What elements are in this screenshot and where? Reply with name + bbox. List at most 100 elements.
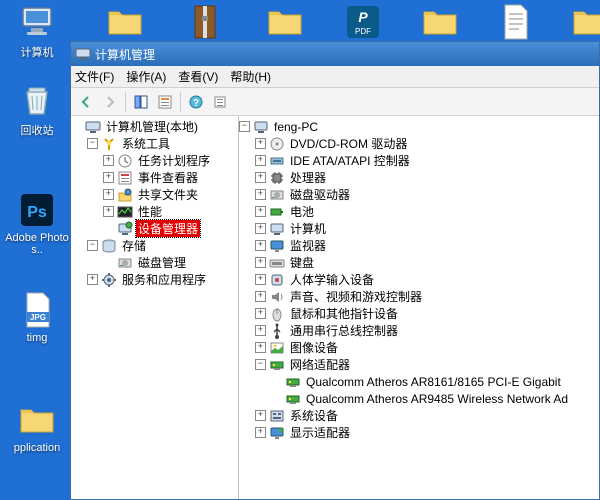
expand-toggle[interactable]: + — [87, 274, 98, 285]
node-dvd[interactable]: +DVD/CD-ROM 驱动器 — [239, 135, 599, 152]
node-mgmt-root[interactable]: 计算机管理(本地) — [71, 118, 238, 135]
node-imaging[interactable]: +图像设备 — [239, 339, 599, 356]
node-computer[interactable]: +计算机 — [239, 220, 599, 237]
disp-icon — [269, 425, 285, 441]
node-monitors[interactable]: +监视器 — [239, 237, 599, 254]
expand-toggle[interactable]: + — [255, 155, 266, 166]
tree-node-label: feng-PC — [272, 120, 320, 134]
node-battery[interactable]: + 电池 — [239, 203, 599, 220]
node-display-adapters[interactable]: +显示适配器 — [239, 424, 599, 441]
desktop-icon-f1[interactable] — [90, 2, 160, 44]
tools-icon — [101, 136, 117, 152]
desktop-icon-label: 计算机 — [2, 44, 72, 60]
expand-toggle[interactable]: + — [255, 308, 266, 319]
node-disk-drives[interactable]: +磁盘驱动器 — [239, 186, 599, 203]
tree-node-label: Qualcomm Atheros AR9485 Wireless Network… — [304, 392, 570, 406]
right-pane[interactable]: − feng-PC+DVD/CD-ROM 驱动器+IDE ATA/ATAPI 控制… — [239, 116, 599, 499]
action-button[interactable] — [209, 91, 231, 113]
expand-toggle[interactable]: + — [255, 240, 266, 251]
node-hid[interactable]: +人体学输入设备 — [239, 271, 599, 288]
expand-toggle[interactable]: + — [255, 291, 266, 302]
expand-toggle[interactable]: + — [255, 223, 266, 234]
node-task-scheduler[interactable]: +任务计划程序 — [71, 152, 238, 169]
expand-toggle[interactable]: − — [239, 121, 250, 132]
node-system-devices[interactable]: + 系统设备 — [239, 407, 599, 424]
mmc-icon — [75, 46, 91, 62]
expand-toggle[interactable]: + — [255, 427, 266, 438]
node-shared-folders[interactable]: +共享文件夹 — [71, 186, 238, 203]
bat-icon — [269, 204, 285, 220]
perf-icon — [117, 204, 133, 220]
expand-toggle[interactable]: − — [255, 359, 266, 370]
expand-toggle[interactable]: + — [103, 172, 114, 183]
menu-help[interactable]: 帮助(H) — [230, 68, 271, 85]
expand-toggle[interactable]: + — [255, 138, 266, 149]
expand-toggle[interactable]: + — [255, 342, 266, 353]
help-button[interactable]: ? — [185, 91, 207, 113]
desktop-icon-f3[interactable] — [405, 2, 475, 44]
node-cpu[interactable]: +处理器 — [239, 169, 599, 186]
node-mouse[interactable]: + 鼠标和其他指针设备 — [239, 305, 599, 322]
desktop-icon-timg[interactable]: JPGtimg — [2, 290, 72, 344]
show-hide-button[interactable] — [130, 91, 152, 113]
node-pc-root[interactable]: − feng-PC — [239, 118, 599, 135]
node-storage[interactable]: −存储 — [71, 237, 238, 254]
storage-icon — [101, 238, 117, 254]
desktop-icon-f2[interactable] — [250, 2, 320, 44]
node-net-ar9485[interactable]: Qualcomm Atheros AR9485 Wireless Network… — [239, 390, 599, 407]
svg-text:PDF: PDF — [355, 27, 371, 36]
disk-icon — [117, 255, 133, 271]
tree-node-label: 系统设备 — [288, 407, 340, 424]
expand-toggle[interactable]: + — [103, 155, 114, 166]
node-keyboards[interactable]: +键盘 — [239, 254, 599, 271]
node-services-apps[interactable]: +服务和应用程序 — [71, 271, 238, 288]
desktop-icon-computer[interactable]: 计算机 — [2, 2, 72, 60]
folder-icon — [17, 400, 57, 440]
titlebar[interactable]: 计算机管理 — [71, 42, 599, 66]
pdf-icon: PPDF — [343, 2, 383, 42]
node-usb[interactable]: +通用串行总线控制器 — [239, 322, 599, 339]
menu-view[interactable]: 查看(V) — [178, 68, 218, 85]
menu-action[interactable]: 操作(A) — [126, 68, 166, 85]
expand-toggle[interactable]: + — [255, 325, 266, 336]
expand-toggle[interactable]: + — [103, 189, 114, 200]
tree-node-label: 磁盘管理 — [136, 254, 188, 271]
expand-toggle[interactable]: + — [255, 206, 266, 217]
forward-button[interactable] — [99, 91, 121, 113]
desktop-icon-txt[interactable] — [480, 2, 550, 44]
desktop-icon-recycle[interactable]: 回收站 — [2, 80, 72, 138]
desktop-icon-pdf[interactable]: PPDF — [328, 2, 398, 44]
expand-toggle[interactable]: + — [255, 189, 266, 200]
node-device-manager[interactable]: 设备管理器 — [71, 220, 238, 237]
expand-toggle[interactable]: + — [255, 257, 266, 268]
node-performance[interactable]: +性能 — [71, 203, 238, 220]
desktop-icon-label: Adobe Photos.. — [2, 232, 72, 256]
node-disk-management[interactable]: 磁盘管理 — [71, 254, 238, 271]
expand-toggle[interactable]: − — [87, 240, 98, 251]
desktop-icon-rar[interactable] — [170, 2, 240, 44]
node-audio[interactable]: +声音、视频和游戏控制器 — [239, 288, 599, 305]
expand-toggle[interactable]: + — [255, 274, 266, 285]
node-ide[interactable]: +IDE ATA/ATAPI 控制器 — [239, 152, 599, 169]
desktop-icon-label: 回收站 — [2, 122, 72, 138]
menu-file[interactable]: 文件(F) — [75, 68, 114, 85]
node-event-viewer[interactable]: +事件查看器 — [71, 169, 238, 186]
panels: 计算机管理(本地)−系统工具+任务计划程序+事件查看器+共享文件夹+性能设备管理… — [71, 116, 599, 499]
expand-toggle[interactable]: + — [103, 206, 114, 217]
left-pane[interactable]: 计算机管理(本地)−系统工具+任务计划程序+事件查看器+共享文件夹+性能设备管理… — [71, 116, 239, 499]
svg-text:Ps: Ps — [27, 204, 47, 221]
node-system-tools[interactable]: −系统工具 — [71, 135, 238, 152]
node-network-adapters[interactable]: −网络适配器 — [239, 356, 599, 373]
expand-toggle[interactable]: + — [255, 172, 266, 183]
tree-node-label: 鼠标和其他指针设备 — [288, 305, 400, 322]
pc-icon — [269, 221, 285, 237]
expand-toggle[interactable]: − — [87, 138, 98, 149]
desktop-icon-ps[interactable]: Ps Adobe Photos.. — [2, 190, 72, 256]
tree-node-label: 电池 — [288, 203, 316, 220]
properties-button[interactable] — [154, 91, 176, 113]
expand-toggle[interactable]: + — [255, 410, 266, 421]
desktop-icon-application[interactable]: pplication — [2, 400, 72, 454]
back-button[interactable] — [75, 91, 97, 113]
node-net-ar8161[interactable]: Qualcomm Atheros AR8161/8165 PCI-E Gigab… — [239, 373, 599, 390]
desktop-icon-f4[interactable] — [555, 2, 600, 44]
